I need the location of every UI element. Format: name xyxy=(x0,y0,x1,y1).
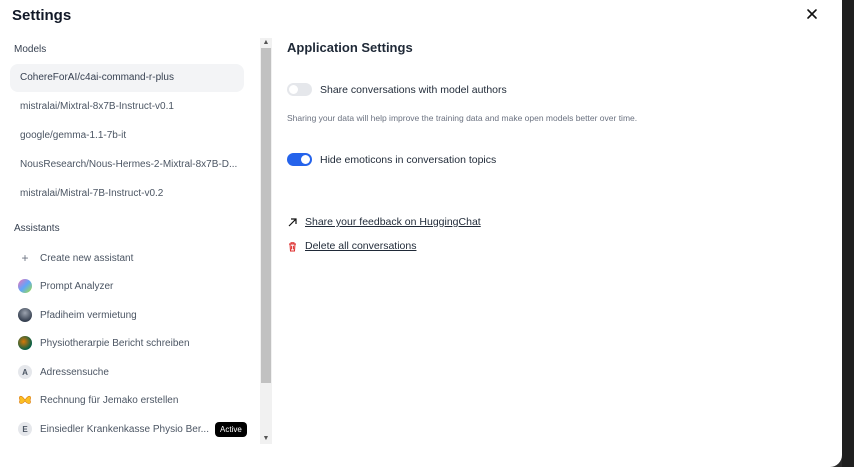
delete-link-label: Delete all conversations xyxy=(305,240,417,252)
assistant-item[interactable]: E Einsiedler Krankenkasse Physio Ber... … xyxy=(10,417,247,441)
plus-icon: + xyxy=(21,251,29,265)
model-item[interactable]: mistralai/Mixtral-8x7B-Instruct-v0.1 xyxy=(10,93,244,121)
background-edge xyxy=(842,0,854,467)
scrollbar-thumb[interactable] xyxy=(261,48,271,383)
assistant-label: Einsiedler Krankenkasse Physio Ber... xyxy=(40,423,209,435)
assistant-label: Pfadiheim vermietung xyxy=(40,309,137,321)
share-help-text: Sharing your data will help improve the … xyxy=(287,113,638,123)
butterfly-icon xyxy=(18,393,32,407)
assistant-avatar-letter: A xyxy=(18,365,32,379)
assistant-item[interactable]: Physiotherarpie Bericht schreiben xyxy=(10,331,244,355)
share-toggle-row: Share conversations with model authors xyxy=(287,83,507,96)
assistant-avatar-letter: E xyxy=(18,422,32,436)
assistant-item[interactable]: Rechnung für Jemako erstellen xyxy=(10,388,244,412)
scroll-up-icon[interactable]: ▲ xyxy=(260,38,272,48)
assistant-avatar xyxy=(18,336,32,350)
model-item[interactable]: NousResearch/Nous-Hermes-2-Mixtral-8x7B-… xyxy=(10,151,244,179)
model-item[interactable]: mistralai/Mistral-7B-Instruct-v0.2 xyxy=(10,180,244,208)
assistant-label: Adressensuche xyxy=(40,366,109,378)
emoticons-toggle-row: Hide emoticons in conversation topics xyxy=(287,153,496,166)
arrow-up-right-icon xyxy=(287,217,299,228)
assistant-label: Rechnung für Jemako erstellen xyxy=(40,394,179,406)
settings-sidebar: Models CohereForAI/c4ai-command-r-plus m… xyxy=(0,38,258,448)
share-toggle[interactable] xyxy=(287,83,312,96)
scroll-down-icon[interactable]: ▼ xyxy=(260,434,272,444)
close-icon[interactable] xyxy=(803,5,821,23)
create-assistant-label: Create new assistant xyxy=(40,252,134,264)
modal-title: Settings xyxy=(12,7,72,24)
emoticons-toggle-label: Hide emoticons in conversation topics xyxy=(320,153,497,166)
active-badge: Active xyxy=(214,421,247,437)
model-item[interactable]: google/gemma-1.1-7b-it xyxy=(10,122,244,150)
assistants-heading: Assistants xyxy=(14,223,60,234)
assistant-label: Prompt Analyzer xyxy=(40,280,114,292)
assistant-label: Physiotherarpie Bericht schreiben xyxy=(40,337,190,349)
create-assistant-button[interactable]: + Create new assistant xyxy=(10,246,244,270)
model-item[interactable]: CohereForAI/c4ai-command-r-plus xyxy=(10,64,244,92)
trash-icon xyxy=(287,241,299,252)
settings-modal: Settings Models CohereForAI/c4ai-command… xyxy=(0,0,842,467)
models-heading: Models xyxy=(14,44,47,55)
emoticons-toggle[interactable] xyxy=(287,153,312,166)
assistant-avatar xyxy=(18,279,32,293)
feedback-link[interactable]: Share your feedback on HuggingChat xyxy=(287,216,481,228)
assistant-item[interactable]: Pfadiheim vermietung xyxy=(10,303,244,327)
section-title: Application Settings xyxy=(287,40,413,55)
assistant-item[interactable]: Prompt Analyzer xyxy=(10,274,244,298)
sidebar-scrollbar[interactable]: ▲ ▼ xyxy=(260,38,272,444)
assistant-avatar xyxy=(18,308,32,322)
assistant-item[interactable]: A Adressensuche xyxy=(10,360,244,384)
delete-conversations-link[interactable]: Delete all conversations xyxy=(287,240,416,252)
feedback-link-label: Share your feedback on HuggingChat xyxy=(305,216,481,228)
share-toggle-label: Share conversations with model authors xyxy=(320,83,507,96)
